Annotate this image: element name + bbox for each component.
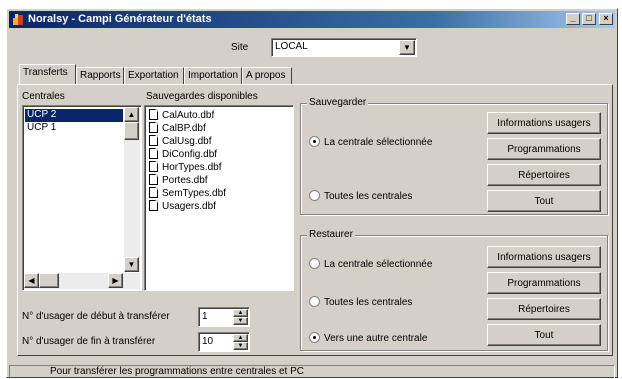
app-window: Noralsy - Campi Générateur d'états _ □ ×…	[6, 8, 618, 379]
transferts-panel: Centrales UCP 2 UCP 1 ▲ ▼ ◀ ▶ Sauvegarde…	[17, 84, 613, 356]
chevron-down-icon[interactable]: ▼	[399, 40, 415, 55]
stepper-arrows[interactable]: ▲ ▼	[233, 334, 248, 350]
file-icon	[149, 161, 158, 172]
scroll-up-icon[interactable]: ▲	[124, 107, 139, 122]
start-user-stepper[interactable]: 1 ▲ ▼	[198, 307, 250, 327]
scroll-left-icon[interactable]: ◀	[24, 273, 39, 288]
sauvegarder-title: Sauvegarder	[307, 97, 369, 108]
file-icon	[149, 148, 158, 159]
centrales-label: Centrales	[22, 91, 65, 102]
end-user-label: N° d'usager de fin à transférer	[22, 336, 156, 347]
restaurer-title: Restaurer	[307, 229, 355, 240]
window-title: Noralsy - Campi Générateur d'états	[28, 13, 212, 25]
site-select[interactable]: LOCAL ▼	[271, 38, 417, 57]
stepper-up-icon[interactable]: ▲	[233, 334, 248, 342]
stepper-down-icon[interactable]: ▼	[233, 317, 248, 325]
scroll-thumb-h[interactable]	[39, 273, 59, 288]
app-icon	[13, 14, 23, 25]
end-user-stepper[interactable]: 10 ▲ ▼	[198, 332, 250, 352]
restaurer-group: Restaurer La centrale sélectionnée Toute…	[300, 229, 608, 351]
status-text: Pour transférer les programmations entre…	[50, 366, 304, 377]
radio-unchecked-icon	[309, 190, 320, 201]
list-item[interactable]: SemTypes.dbf	[149, 187, 226, 200]
file-icon	[149, 174, 158, 185]
radio-unchecked-icon	[309, 296, 320, 307]
sauvegarder-programmations-button[interactable]: Programmations	[487, 138, 601, 160]
restaurer-radio-selected[interactable]: La centrale sélectionnée	[309, 258, 432, 270]
stepper-up-icon[interactable]: ▲	[233, 309, 248, 317]
start-user-value: 1	[202, 311, 208, 322]
list-item[interactable]: UCP 1	[25, 122, 123, 135]
maximize-button[interactable]: □	[582, 13, 596, 25]
list-item[interactable]: UCP 2	[25, 109, 123, 122]
restaurer-radio-all[interactable]: Toutes les centrales	[309, 296, 412, 308]
list-item[interactable]: CalBP.dbf	[149, 122, 206, 135]
sauvegarder-repertoires-button[interactable]: Répertoires	[487, 164, 601, 186]
tab-transferts[interactable]: Transferts	[19, 64, 76, 84]
radio-checked-icon	[309, 332, 320, 343]
sauvegarder-tout-button[interactable]: Tout	[487, 190, 601, 212]
tab-exportation[interactable]: Exportation	[124, 67, 184, 84]
close-button[interactable]: ×	[599, 13, 613, 25]
sauvegardes-list[interactable]: CalAuto.dbf CalBP.dbf CalUsg.dbf DiConfi…	[144, 105, 294, 291]
restaurer-programmations-button[interactable]: Programmations	[487, 272, 601, 294]
radio-unchecked-icon	[309, 258, 320, 269]
file-icon	[149, 135, 158, 146]
minimize-button[interactable]: _	[566, 13, 580, 25]
site-select-value: LOCAL	[275, 41, 308, 52]
sauvegarder-radio-all[interactable]: Toutes les centrales	[309, 190, 412, 202]
radio-checked-icon	[309, 136, 320, 147]
list-item[interactable]: Portes.dbf	[149, 174, 208, 187]
end-user-value: 10	[202, 336, 214, 347]
file-icon	[149, 200, 158, 211]
restaurer-radio-other[interactable]: Vers une autre centrale	[309, 332, 427, 344]
file-icon	[149, 122, 158, 133]
scroll-thumb[interactable]	[124, 122, 139, 140]
list-item[interactable]: HorTypes.dbf	[149, 161, 221, 174]
list-item[interactable]: DiConfig.dbf	[149, 148, 217, 161]
list-item[interactable]: Usagers.dbf	[149, 200, 216, 213]
site-label: Site	[231, 42, 249, 53]
scroll-down-icon[interactable]: ▼	[124, 257, 139, 272]
stepper-down-icon[interactable]: ▼	[233, 342, 248, 350]
vertical-scrollbar[interactable]: ▲ ▼	[124, 107, 140, 272]
list-item[interactable]: CalUsg.dbf	[149, 135, 211, 148]
title-bar: Noralsy - Campi Générateur d'états _ □ ×	[9, 11, 615, 28]
file-icon	[149, 187, 158, 198]
list-item[interactable]: CalAuto.dbf	[149, 109, 214, 122]
horizontal-scrollbar[interactable]: ◀ ▶	[24, 273, 140, 289]
sauvegarder-group: Sauvegarder La centrale sélectionnée Tou…	[300, 97, 608, 215]
tab-rapports[interactable]: Rapports	[76, 67, 124, 84]
restaurer-informations-button[interactable]: Informations usagers	[487, 246, 601, 268]
status-bar: Pour transférer les programmations entre…	[9, 365, 615, 379]
restaurer-tout-button[interactable]: Tout	[487, 324, 601, 346]
scroll-right-icon[interactable]: ▶	[108, 273, 123, 288]
stepper-arrows[interactable]: ▲ ▼	[233, 309, 248, 325]
start-user-label: N° d'usager de début à transférer	[22, 311, 170, 322]
centrales-list[interactable]: UCP 2 UCP 1 ▲ ▼ ◀ ▶	[22, 105, 142, 291]
sauvegarder-informations-button[interactable]: Informations usagers	[487, 112, 601, 134]
tab-a-propos[interactable]: A propos	[242, 67, 292, 84]
sauvegardes-label: Sauvegardes disponibles	[146, 91, 258, 102]
tab-importation[interactable]: Importation	[184, 67, 242, 84]
file-icon	[149, 109, 158, 120]
restaurer-repertoires-button[interactable]: Répertoires	[487, 298, 601, 320]
sauvegarder-radio-selected[interactable]: La centrale sélectionnée	[309, 136, 432, 148]
